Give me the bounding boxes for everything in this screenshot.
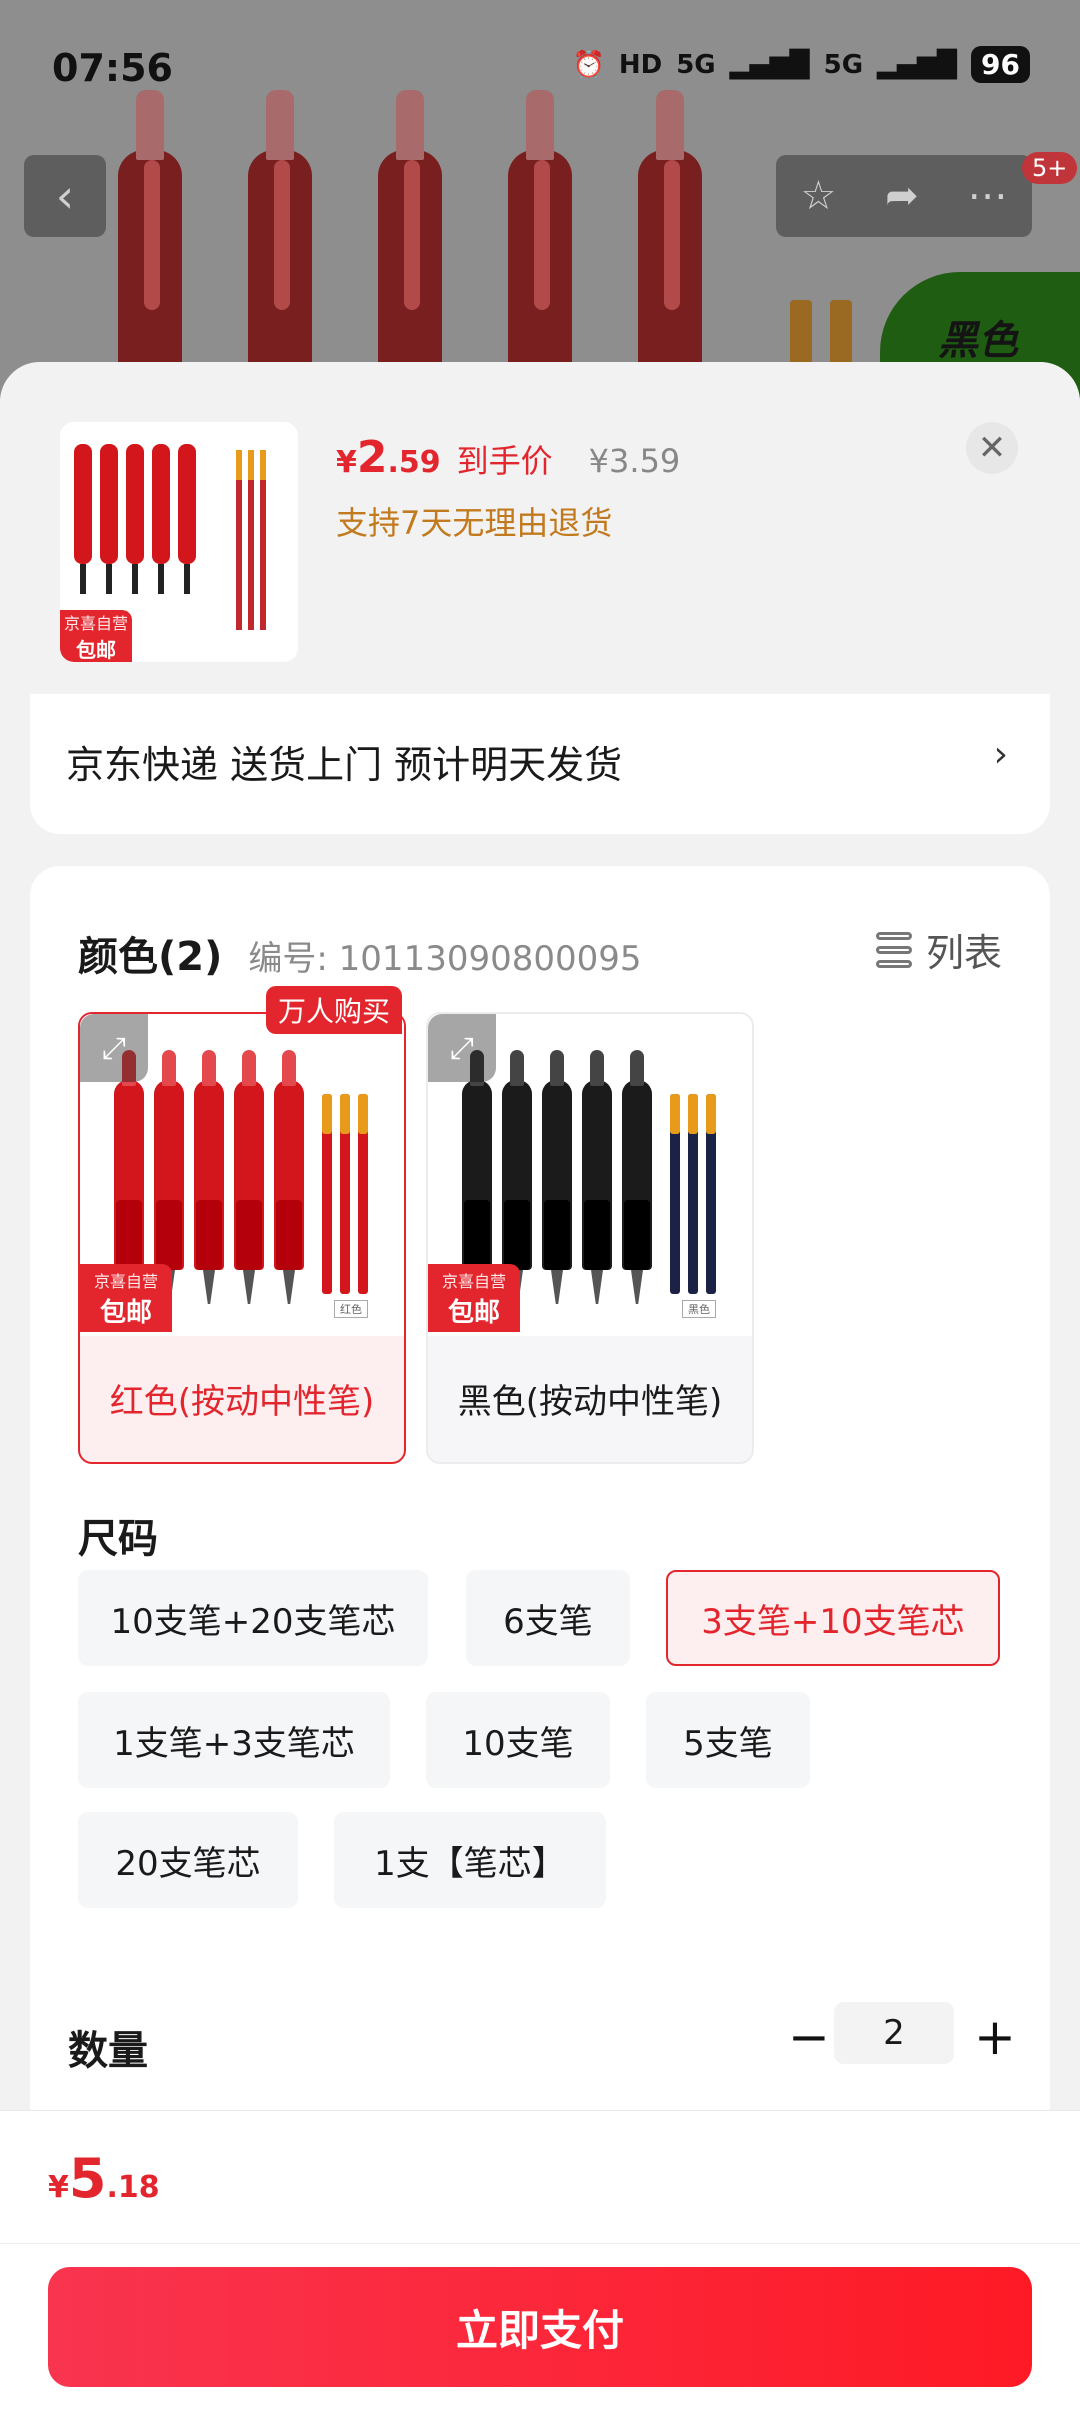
- size-option-1refill[interactable]: 1支【笔芯】: [334, 1812, 606, 1908]
- status-time: 07:56: [52, 46, 173, 90]
- sku-selector-sheet: 京喜自营 包邮 ¥2.59 到手价 ¥3.59 支持7天无理由退货 ✕ 京东快递…: [0, 362, 1080, 2412]
- quantity-input[interactable]: 2: [834, 2002, 954, 2064]
- jd-self-operated-badge: 京喜自营 包邮: [80, 1264, 172, 1332]
- back-button[interactable]: ‹: [24, 155, 106, 237]
- product-thumbnail[interactable]: 京喜自营 包邮: [60, 422, 298, 662]
- close-button[interactable]: ✕: [966, 422, 1018, 474]
- list-view-toggle[interactable]: 列表: [875, 922, 1002, 977]
- pay-now-button[interactable]: 立即支付: [48, 2267, 1032, 2387]
- color-option-label: 黑色(按动中性笔): [457, 1382, 723, 1422]
- chevron-right-icon: ›: [993, 734, 1008, 775]
- product-code: 编号: 10113090800095: [248, 939, 642, 979]
- close-icon: ✕: [977, 428, 1007, 468]
- shipping-text: 京东快递 送货上门 预计明天发货: [66, 743, 623, 787]
- status-bar: 07:56 ⏰ HD 5G ▂▄▆█ 5G ▂▄▆█ 96: [0, 0, 1080, 140]
- size-option-6pens[interactable]: 6支笔: [466, 1570, 630, 1666]
- sheet-header: 京喜自营 包邮 ¥2.59 到手价 ¥3.59 支持7天无理由退货 ✕: [0, 362, 1080, 692]
- share-icon[interactable]: ➦: [885, 173, 919, 219]
- refill-color-tag: 黑色: [682, 1300, 716, 1318]
- color-option-label: 红色(按动中性笔): [109, 1382, 375, 1422]
- hd-icon: HD: [618, 49, 663, 80]
- chevron-left-icon: ‹: [55, 169, 75, 223]
- checkout-footer: ¥5.18 立即支付: [0, 2110, 1080, 2412]
- signal-bars-icon: ▂▄▆█: [877, 49, 958, 80]
- final-price: ¥2.59: [336, 432, 441, 483]
- signal-bars-icon: ▂▄▆█: [729, 49, 810, 80]
- color-section-title: 颜色(2): [78, 934, 223, 980]
- list-icon: [875, 931, 912, 968]
- return-policy-note: 支持7天无理由退货: [336, 504, 613, 542]
- signal-5g-icon: 5G: [823, 49, 864, 80]
- top-action-group: ☆ ➦ ⋯: [776, 155, 1032, 237]
- size-option-1pen-3refills[interactable]: 1支笔+3支笔芯: [78, 1692, 390, 1788]
- star-icon[interactable]: ☆: [800, 173, 836, 219]
- quantity-label: 数量: [68, 2028, 148, 2074]
- original-price: ¥3.59: [588, 442, 681, 480]
- size-option-10pens-20refills[interactable]: 10支笔+20支笔芯: [78, 1570, 428, 1666]
- quantity-increase-button[interactable]: +: [960, 2002, 1030, 2072]
- signal-5g-icon: 5G: [676, 49, 716, 80]
- alarm-icon: ⏰: [572, 49, 605, 80]
- list-toggle-label: 列表: [925, 931, 1002, 975]
- popular-badge: 万人购买: [266, 986, 403, 1034]
- zoom-icon[interactable]: ⤢: [428, 1014, 496, 1082]
- shipping-info-row[interactable]: 京东快递 送货上门 预计明天发货 ›: [30, 694, 1050, 834]
- jd-self-operated-badge: 京喜自营 包邮: [60, 610, 132, 662]
- jd-self-operated-badge: 京喜自营 包邮: [428, 1264, 520, 1332]
- divider: [0, 2243, 1080, 2244]
- notification-count-badge: 5+: [1022, 152, 1078, 184]
- final-price-tag: 到手价: [456, 442, 553, 480]
- size-section-title: 尺码: [78, 1516, 158, 1562]
- color-section-header: 颜色(2) 编号: 10113090800095: [78, 924, 642, 982]
- size-option-5pens[interactable]: 5支笔: [646, 1692, 810, 1788]
- refill-color-tag: 红色: [334, 1300, 368, 1318]
- zoom-icon[interactable]: ⤢: [80, 1014, 148, 1082]
- more-icon[interactable]: ⋯: [968, 173, 1008, 219]
- color-option-black[interactable]: 黑色 ⤢ 京喜自营 包邮 黑色(按动中性笔): [426, 1012, 754, 1464]
- battery-icon: 96: [971, 46, 1030, 83]
- size-option-3pens-10refills[interactable]: 3支笔+10支笔芯: [666, 1570, 1000, 1666]
- size-option-20refills[interactable]: 20支笔芯: [78, 1812, 298, 1908]
- price-line: ¥2.59 到手价 ¥3.59: [336, 432, 680, 483]
- size-option-10pens[interactable]: 10支笔: [426, 1692, 610, 1788]
- spec-options-card: 颜色(2) 编号: 10113090800095 列表 万人购买 红色 ⤢ 京喜…: [30, 866, 1050, 2116]
- total-price: ¥5.18: [48, 2147, 160, 2210]
- color-option-red[interactable]: 红色 ⤢ 京喜自营 包邮 红色(按动中性笔): [78, 1012, 406, 1464]
